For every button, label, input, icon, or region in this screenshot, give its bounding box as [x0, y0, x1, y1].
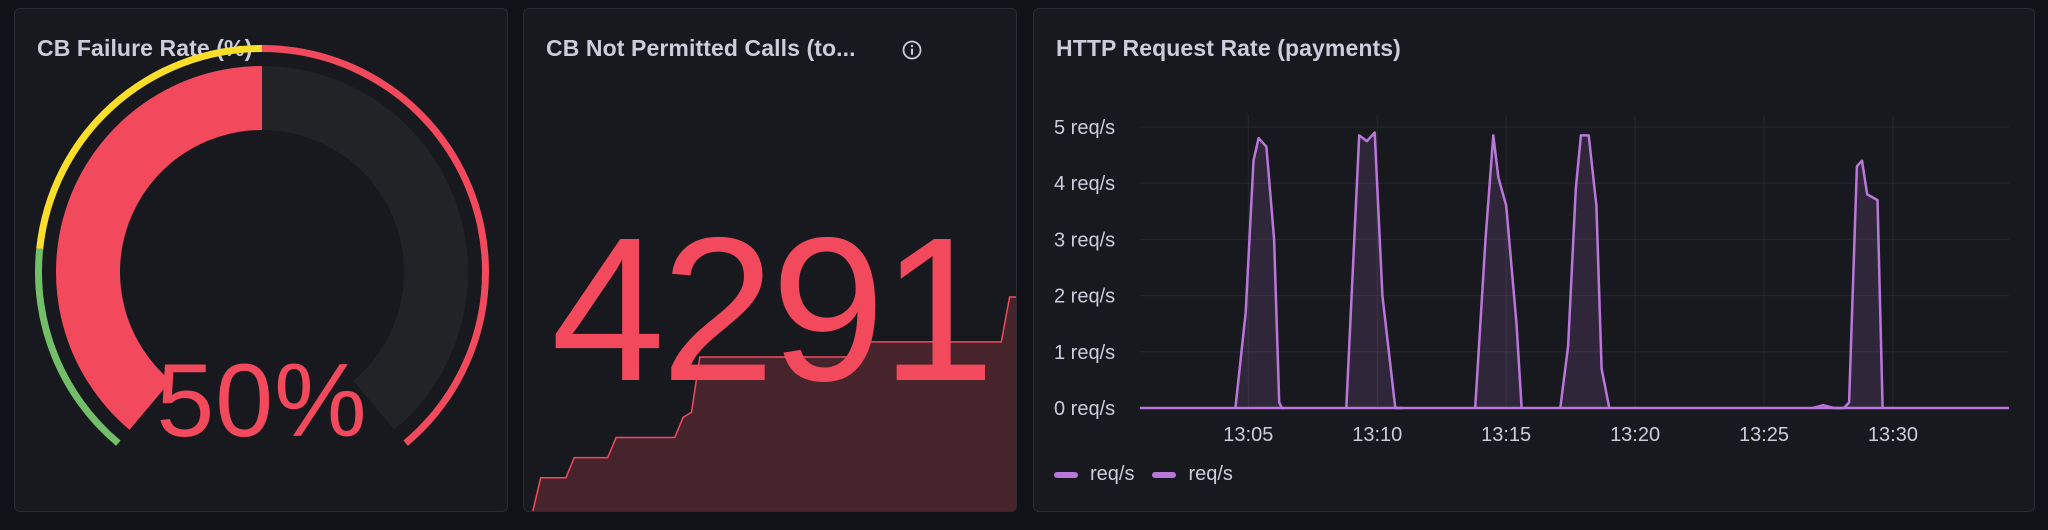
stat-value: 4291 — [550, 195, 995, 424]
legend: req/s req/s — [1054, 463, 1233, 486]
panel-title[interactable]: CB Not Permitted Calls (to... — [546, 35, 856, 62]
legend-item[interactable]: req/s — [1054, 463, 1134, 486]
http-rate-panel: HTTP Request Rate (payments) 0 req/s 1 re… — [1033, 8, 2035, 512]
y-tick-label: 4 req/s — [1054, 173, 1115, 195]
y-tick-label: 5 req/s — [1054, 117, 1115, 139]
legend-swatch — [1152, 471, 1177, 478]
y-tick-label: 2 req/s — [1054, 286, 1115, 308]
info-circle-icon[interactable] — [901, 39, 923, 61]
y-tick-label: 0 req/s — [1054, 398, 1115, 420]
timeseries-chart: 0 req/s 1 req/s 2 req/s 3 req/s 4 req/s 5 req… — [1054, 115, 2009, 446]
x-tick-label: 13:15 — [1481, 424, 1531, 446]
not-permitted-panel: CB Not Permitted Calls (to... 4291 — [523, 8, 1017, 512]
x-tick-label: 13:30 — [1868, 424, 1918, 446]
series-area — [1346, 132, 1404, 408]
x-tick-label: 13:25 — [1739, 424, 1789, 446]
x-tick-label: 13:05 — [1223, 424, 1273, 446]
legend-item[interactable]: req/s — [1152, 463, 1233, 486]
x-tick-label: 13:10 — [1352, 424, 1402, 446]
failure-rate-panel: CB Failure Rate (%) 50% — [14, 8, 508, 512]
y-tick-label: 3 req/s — [1054, 229, 1115, 251]
legend-swatch — [1054, 471, 1078, 478]
legend-label: req/s — [1090, 463, 1135, 485]
gauge-value: 50% — [156, 343, 368, 459]
x-tick-label: 13:20 — [1610, 424, 1660, 446]
y-tick-label: 1 req/s — [1054, 342, 1115, 364]
legend-label: req/s — [1188, 463, 1233, 485]
